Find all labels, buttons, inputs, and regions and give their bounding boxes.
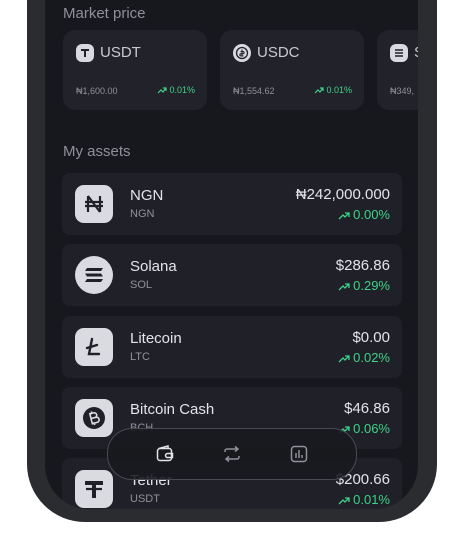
asset-row-ngn[interactable]: NGN NGN ₦242,000.000 0.00%: [62, 173, 402, 235]
trend-up-icon: [338, 496, 350, 505]
asset-name: Solana: [130, 258, 177, 275]
market-card-change: 0.01%: [157, 85, 195, 95]
my-assets-title: My assets: [63, 143, 131, 160]
asset-change: 0.02%: [338, 350, 390, 365]
wallet-icon: [156, 445, 174, 462]
asset-name: Litecoin: [130, 330, 182, 347]
trend-up-icon: [338, 211, 350, 220]
tether-icon: [76, 44, 94, 62]
asset-value: $46.86: [344, 400, 390, 417]
asset-symbol: USDT: [130, 493, 160, 505]
asset-symbol: SOL: [130, 279, 153, 291]
asset-symbol: NGN: [130, 208, 155, 220]
market-card-usdc[interactable]: USDC ₦1,554.62 0.01%: [220, 30, 364, 110]
market-card-usdt[interactable]: USDT ₦1,600.00 0.01%: [63, 30, 207, 110]
market-card-change: 0.01%: [314, 85, 352, 95]
market-card-symbol: USDT: [100, 44, 141, 61]
market-card-symbol: S: [414, 44, 418, 61]
asset-row-litecoin[interactable]: Litecoin LTC $0.00 0.02%: [62, 316, 402, 378]
swap-icon: [224, 445, 240, 463]
trend-up-icon: [157, 87, 167, 94]
usdc-icon: [233, 44, 251, 62]
tether-icon: [75, 470, 113, 508]
chart-icon: [290, 445, 308, 463]
bottom-nav-bar: [107, 428, 357, 480]
asset-name: Bitcoin Cash: [130, 401, 215, 418]
asset-change: 0.29%: [338, 278, 390, 293]
asset-change: 0.00%: [338, 207, 390, 222]
bitcoin-cash-icon: [75, 399, 113, 437]
asset-value: ₦242,000.000: [295, 186, 390, 203]
asset-change: 0.01%: [338, 492, 390, 507]
market-card-price: ₦1,554.62: [233, 86, 275, 96]
app-screen: Market price USDT ₦1,600.00 0.01% USDC ₦…: [45, 0, 418, 509]
trend-up-icon: [314, 87, 324, 94]
trend-up-icon: [338, 282, 350, 291]
litecoin-icon: [75, 328, 113, 366]
solana-icon: [75, 256, 113, 294]
asset-row-solana[interactable]: Solana SOL $286.86 0.29%: [62, 244, 402, 306]
trend-up-icon: [338, 354, 350, 363]
market-price-title: Market price: [63, 5, 146, 22]
naira-icon: [75, 185, 113, 223]
asset-symbol: LTC: [130, 351, 150, 363]
market-card-sol[interactable]: S ₦349,: [377, 30, 418, 110]
market-card-price: ₦1,600.00: [76, 86, 118, 96]
asset-value: $286.86: [335, 257, 390, 274]
asset-name: NGN: [130, 187, 164, 204]
market-card-symbol: USDC: [257, 44, 300, 61]
solana-icon: [390, 44, 408, 62]
nav-swap-button[interactable]: [221, 443, 243, 465]
asset-value: $0.00: [352, 329, 390, 346]
market-card-price: ₦349,: [390, 86, 415, 96]
nav-wallet-button[interactable]: [154, 443, 176, 465]
nav-stats-button[interactable]: [288, 443, 310, 465]
